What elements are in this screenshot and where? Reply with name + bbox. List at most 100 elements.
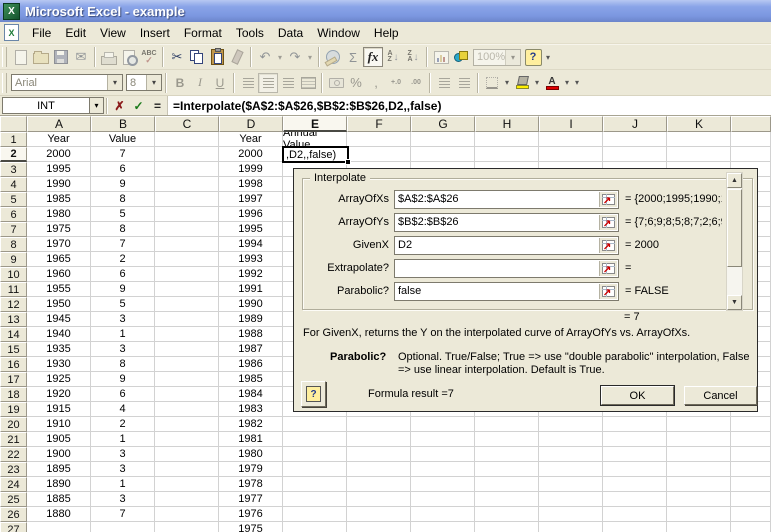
cell-J2[interactable] bbox=[603, 147, 667, 162]
bold-button[interactable]: B bbox=[170, 73, 190, 93]
cell-G21[interactable] bbox=[411, 432, 475, 447]
cell-E22[interactable] bbox=[283, 447, 347, 462]
cell-B4[interactable]: 9 bbox=[91, 177, 155, 192]
cell-L25[interactable] bbox=[731, 492, 771, 507]
cell-B8[interactable]: 7 bbox=[91, 237, 155, 252]
row-header-2[interactable]: 2 bbox=[0, 147, 27, 162]
cell-G24[interactable] bbox=[411, 477, 475, 492]
cell-I22[interactable] bbox=[539, 447, 603, 462]
cell-E21[interactable] bbox=[283, 432, 347, 447]
cell-A5[interactable]: 1985 bbox=[27, 192, 91, 207]
collapse-dialog-button[interactable] bbox=[599, 284, 617, 299]
cell-D14[interactable]: 1988 bbox=[219, 327, 283, 342]
fill-handle[interactable] bbox=[345, 159, 351, 165]
column-header-partial[interactable] bbox=[731, 116, 771, 132]
cell-B10[interactable]: 6 bbox=[91, 267, 155, 282]
cell-A9[interactable]: 1965 bbox=[27, 252, 91, 267]
row-header-23[interactable]: 23 bbox=[0, 462, 27, 477]
cell-D23[interactable]: 1979 bbox=[219, 462, 283, 477]
row-header-18[interactable]: 18 bbox=[0, 387, 27, 402]
align-left-button[interactable] bbox=[238, 73, 258, 93]
cell-A14[interactable]: 1940 bbox=[27, 327, 91, 342]
drawing-button[interactable] bbox=[451, 47, 471, 67]
toolbar-grip[interactable] bbox=[2, 47, 7, 67]
collapse-dialog-button[interactable] bbox=[599, 261, 617, 276]
enter-entry-button[interactable]: ✓ bbox=[129, 97, 148, 114]
cell-D3[interactable]: 1999 bbox=[219, 162, 283, 177]
borders-dropdown[interactable]: ▾ bbox=[502, 73, 512, 93]
row-header-19[interactable]: 19 bbox=[0, 402, 27, 417]
cell-H1[interactable] bbox=[475, 132, 539, 147]
cell-D12[interactable]: 1990 bbox=[219, 297, 283, 312]
cell-C18[interactable] bbox=[155, 387, 219, 402]
cell-H2[interactable] bbox=[475, 147, 539, 162]
cell-E24[interactable] bbox=[283, 477, 347, 492]
column-header-B[interactable]: B bbox=[91, 116, 155, 132]
cell-D5[interactable]: 1997 bbox=[219, 192, 283, 207]
cell-J26[interactable] bbox=[603, 507, 667, 522]
cell-C5[interactable] bbox=[155, 192, 219, 207]
cell-C2[interactable] bbox=[155, 147, 219, 162]
cell-C10[interactable] bbox=[155, 267, 219, 282]
column-header-E[interactable]: E bbox=[283, 116, 347, 132]
cell-B7[interactable]: 8 bbox=[91, 222, 155, 237]
open-button[interactable] bbox=[31, 47, 51, 67]
decrease-indent-button[interactable] bbox=[434, 73, 454, 93]
cell-B25[interactable]: 3 bbox=[91, 492, 155, 507]
cell-J25[interactable] bbox=[603, 492, 667, 507]
borders-button[interactable] bbox=[482, 73, 502, 93]
cell-C21[interactable] bbox=[155, 432, 219, 447]
row-header-3[interactable]: 3 bbox=[0, 162, 27, 177]
sort-ascending-button[interactable]: AZ ↓ bbox=[383, 47, 403, 67]
cell-C16[interactable] bbox=[155, 357, 219, 372]
font-combobox[interactable]: Arial ▾ bbox=[11, 74, 123, 91]
redo-button[interactable]: ↷ bbox=[285, 47, 305, 67]
cell-A2[interactable]: 2000 bbox=[27, 147, 91, 162]
cell-A23[interactable]: 1895 bbox=[27, 462, 91, 477]
cell-K2[interactable] bbox=[667, 147, 731, 162]
cell-D13[interactable]: 1989 bbox=[219, 312, 283, 327]
increase-indent-button[interactable] bbox=[454, 73, 474, 93]
cell-L21[interactable] bbox=[731, 432, 771, 447]
cell-I24[interactable] bbox=[539, 477, 603, 492]
column-header-D[interactable]: D bbox=[219, 116, 283, 132]
cell-C6[interactable] bbox=[155, 207, 219, 222]
cell-D20[interactable]: 1982 bbox=[219, 417, 283, 432]
collapse-dialog-button[interactable] bbox=[599, 238, 617, 253]
cell-D22[interactable]: 1980 bbox=[219, 447, 283, 462]
row-header-16[interactable]: 16 bbox=[0, 357, 27, 372]
cell-A4[interactable]: 1990 bbox=[27, 177, 91, 192]
row-header-21[interactable]: 21 bbox=[0, 432, 27, 447]
cell-D2[interactable]: 2000 bbox=[219, 147, 283, 162]
ok-button[interactable]: OK bbox=[601, 386, 674, 405]
cell-D11[interactable]: 1991 bbox=[219, 282, 283, 297]
cell-A22[interactable]: 1900 bbox=[27, 447, 91, 462]
column-header-J[interactable]: J bbox=[603, 116, 667, 132]
row-header-10[interactable]: 10 bbox=[0, 267, 27, 282]
cell-E26[interactable] bbox=[283, 507, 347, 522]
cell-B16[interactable]: 8 bbox=[91, 357, 155, 372]
paste-function-button[interactable]: fx bbox=[363, 47, 383, 67]
font-size-combobox[interactable]: 8 ▾ bbox=[126, 74, 162, 91]
cell-G2[interactable] bbox=[411, 147, 475, 162]
cell-A10[interactable]: 1960 bbox=[27, 267, 91, 282]
cell-F24[interactable] bbox=[347, 477, 411, 492]
cell-F26[interactable] bbox=[347, 507, 411, 522]
cell-L27[interactable] bbox=[731, 522, 771, 532]
underline-button[interactable]: U bbox=[210, 73, 230, 93]
cell-L23[interactable] bbox=[731, 462, 771, 477]
cell-D24[interactable]: 1978 bbox=[219, 477, 283, 492]
row-header-25[interactable]: 25 bbox=[0, 492, 27, 507]
comma-button[interactable]: , bbox=[366, 73, 386, 93]
dialog-field-input[interactable]: D2 bbox=[394, 236, 619, 255]
cell-F27[interactable] bbox=[347, 522, 411, 532]
undo-button[interactable]: ↶ bbox=[255, 47, 275, 67]
cell-C9[interactable] bbox=[155, 252, 219, 267]
row-header-14[interactable]: 14 bbox=[0, 327, 27, 342]
cell-D18[interactable]: 1984 bbox=[219, 387, 283, 402]
cell-E20[interactable] bbox=[283, 417, 347, 432]
cell-J21[interactable] bbox=[603, 432, 667, 447]
cell-E1[interactable]: Annual Value bbox=[283, 132, 347, 147]
menu-item-data[interactable]: Data bbox=[271, 24, 310, 42]
align-center-button[interactable] bbox=[258, 73, 278, 93]
